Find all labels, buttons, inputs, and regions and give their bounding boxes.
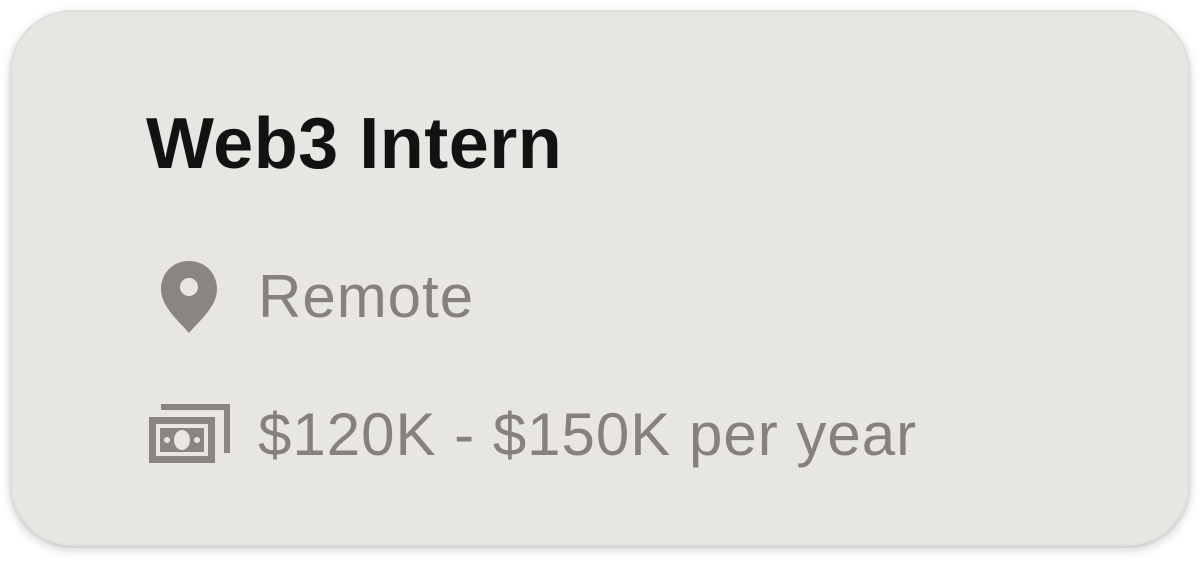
location-pin-icon [144, 252, 234, 342]
job-title: Web3 Intern [146, 104, 563, 184]
job-location: Remote [258, 263, 475, 330]
job-location-row: Remote [144, 252, 474, 342]
job-salary: $120K - $150K per year [258, 401, 918, 468]
money-bill-icon [144, 390, 234, 480]
job-card[interactable]: Web3 Intern Remote $120K - $150K per yea… [10, 10, 1190, 546]
job-salary-row: $120K - $150K per year [144, 390, 917, 480]
